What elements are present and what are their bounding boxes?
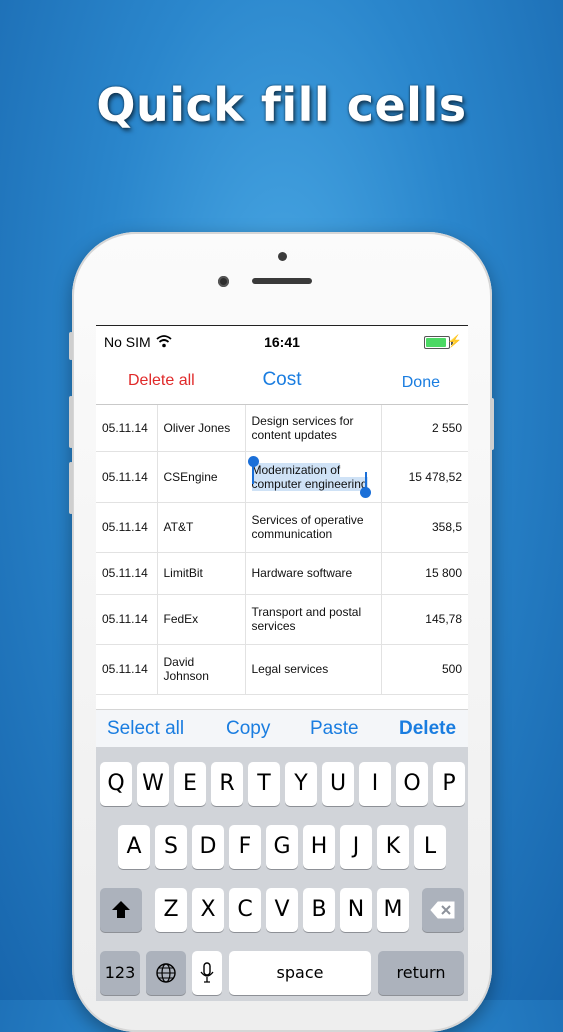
- date-cell[interactable]: 05.11.14: [96, 405, 158, 452]
- description-cell[interactable]: Transport and postal services: [245, 594, 382, 645]
- key-r[interactable]: R: [211, 762, 243, 806]
- key-x[interactable]: X: [192, 888, 224, 932]
- amount-cell[interactable]: 145,78: [381, 594, 468, 645]
- status-time: 16:41: [264, 334, 300, 350]
- navigation-bar: Delete all Cost Done: [96, 356, 468, 405]
- key-d[interactable]: D: [192, 825, 224, 869]
- shift-key[interactable]: [100, 888, 142, 932]
- earpiece-speaker: [252, 278, 312, 284]
- battery-fill: [426, 338, 446, 347]
- selection-end-handle[interactable]: [359, 486, 371, 498]
- table-row[interactable]: 05.11.14 David Johnson Legal services 50…: [96, 644, 468, 695]
- description-cell[interactable]: Design services for content updates: [245, 405, 382, 452]
- key-y[interactable]: Y: [285, 762, 317, 806]
- amount-cell[interactable]: 2 550: [381, 405, 468, 452]
- key-i[interactable]: I: [359, 762, 391, 806]
- select-all-button[interactable]: Select all: [107, 718, 184, 740]
- globe-key[interactable]: [146, 951, 186, 995]
- mute-switch: [69, 332, 73, 360]
- phone-screen: No SIM 16:41 ⚡ Delete all Cost Done 05.1…: [96, 325, 468, 1001]
- globe-icon: [156, 963, 176, 983]
- key-z[interactable]: Z: [155, 888, 187, 932]
- delete-button[interactable]: Delete: [399, 718, 456, 740]
- key-s[interactable]: S: [155, 825, 187, 869]
- delete-all-button[interactable]: Delete all: [128, 372, 195, 390]
- cost-table: 05.11.14 Oliver Jones Design services fo…: [96, 405, 468, 695]
- key-c[interactable]: C: [229, 888, 261, 932]
- microphone-key[interactable]: [192, 951, 222, 995]
- key-h[interactable]: H: [303, 825, 335, 869]
- key-u[interactable]: U: [322, 762, 354, 806]
- date-cell[interactable]: 05.11.14: [96, 594, 158, 645]
- headline: Quick fill cells: [96, 78, 467, 132]
- date-cell[interactable]: 05.11.14: [96, 644, 158, 695]
- selected-text[interactable]: Modernization of computer engineering: [251, 462, 368, 491]
- key-f[interactable]: F: [229, 825, 261, 869]
- table-row[interactable]: 05.11.14 Oliver Jones Design services fo…: [96, 405, 468, 452]
- key-j[interactable]: J: [340, 825, 372, 869]
- key-k[interactable]: K: [377, 825, 409, 869]
- table-row[interactable]: 05.11.14 LimitBit Hardware software 15 8…: [96, 552, 468, 595]
- table-row[interactable]: 05.11.14 CSEngine Modernization of compu…: [96, 451, 468, 503]
- amount-cell[interactable]: 500: [381, 644, 468, 695]
- key-q[interactable]: Q: [100, 762, 132, 806]
- date-cell[interactable]: 05.11.14: [96, 451, 158, 503]
- key-v[interactable]: V: [266, 888, 298, 932]
- name-cell[interactable]: FedEx: [157, 594, 246, 645]
- key-a[interactable]: A: [118, 825, 150, 869]
- key-g[interactable]: G: [266, 825, 298, 869]
- paste-button[interactable]: Paste: [310, 718, 359, 740]
- name-cell[interactable]: David Johnson: [157, 644, 246, 695]
- key-b[interactable]: B: [303, 888, 335, 932]
- status-bar: No SIM 16:41 ⚡: [96, 326, 468, 356]
- description-cell[interactable]: Services of operative communication: [245, 502, 382, 553]
- charging-bolt-icon: ⚡: [447, 334, 462, 348]
- amount-cell[interactable]: 15 478,52: [381, 451, 468, 503]
- edit-actions-bar: Select all Copy Paste Delete: [96, 709, 468, 748]
- key-n[interactable]: N: [340, 888, 372, 932]
- microphone-icon: [200, 962, 214, 983]
- name-cell[interactable]: Oliver Jones: [157, 405, 246, 452]
- backspace-key[interactable]: [422, 888, 464, 932]
- key-e[interactable]: E: [174, 762, 206, 806]
- date-cell[interactable]: 05.11.14: [96, 502, 158, 553]
- selection-start-caret: [251, 463, 254, 484]
- table-row[interactable]: 05.11.14 AT&T Services of operative comm…: [96, 502, 468, 553]
- amount-cell[interactable]: 15 800: [381, 552, 468, 595]
- name-cell[interactable]: AT&T: [157, 502, 246, 553]
- volume-up-button: [69, 396, 73, 448]
- name-cell[interactable]: CSEngine: [157, 451, 246, 503]
- keyboard: Q W E R T Y U I O P A S D F G H J K L Z …: [96, 747, 468, 1001]
- key-l[interactable]: L: [414, 825, 446, 869]
- amount-cell[interactable]: 358,5: [381, 502, 468, 553]
- power-button: [490, 398, 494, 450]
- space-key[interactable]: space: [229, 951, 371, 995]
- table-row[interactable]: 05.11.14 FedEx Transport and postal serv…: [96, 594, 468, 645]
- volume-down-button: [69, 462, 73, 514]
- key-t[interactable]: T: [248, 762, 280, 806]
- key-p[interactable]: P: [433, 762, 465, 806]
- key-w[interactable]: W: [137, 762, 169, 806]
- description-cell[interactable]: Hardware software: [245, 552, 382, 595]
- return-key[interactable]: return: [378, 951, 464, 995]
- shift-icon: [112, 901, 130, 918]
- numbers-key[interactable]: 123: [100, 951, 140, 995]
- description-cell[interactable]: Legal services: [245, 644, 382, 695]
- name-cell[interactable]: LimitBit: [157, 552, 246, 595]
- copy-button[interactable]: Copy: [226, 718, 270, 740]
- description-cell-selected[interactable]: Modernization of computer engineering: [245, 451, 382, 503]
- proximity-sensor: [278, 252, 287, 261]
- key-m[interactable]: M: [377, 888, 409, 932]
- done-button[interactable]: Done: [402, 374, 440, 392]
- backspace-icon: [430, 901, 455, 919]
- date-cell[interactable]: 05.11.14: [96, 552, 158, 595]
- key-o[interactable]: O: [396, 762, 428, 806]
- front-camera: [218, 276, 229, 287]
